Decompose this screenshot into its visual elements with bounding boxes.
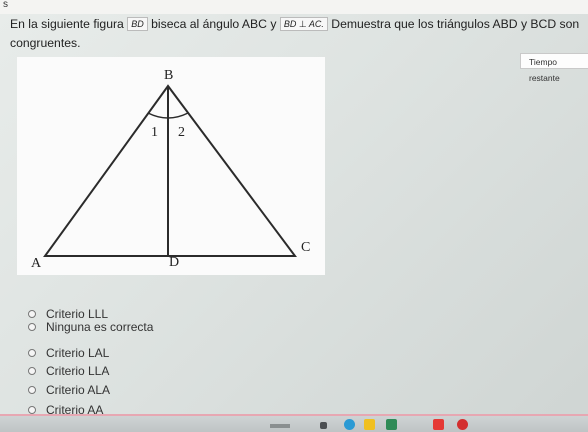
- option-lal[interactable]: Criterio LAL: [28, 345, 109, 361]
- label-d: D: [169, 255, 179, 270]
- chrome-icon[interactable]: [344, 419, 355, 430]
- perpendicular-label: BD ⊥ AC.: [279, 17, 328, 31]
- question-text: En la siguiente figura BD biseca al ángu…: [10, 15, 580, 53]
- segment-bd-label: BD: [127, 17, 148, 31]
- label-angle-2: 2: [178, 125, 185, 140]
- option-label: Criterio LLA: [46, 364, 110, 378]
- classroom-icon[interactable]: [386, 419, 397, 430]
- music-icon[interactable]: [433, 419, 444, 430]
- timer-badge: Tiempo restante: [520, 53, 588, 83]
- question-part2: biseca al ángulo ABC y: [151, 17, 277, 31]
- option-label: Criterio LAL: [46, 346, 110, 360]
- label-c: C: [301, 240, 310, 255]
- option-label: Criterio ALA: [46, 383, 111, 397]
- radio-icon[interactable]: [28, 385, 36, 394]
- label-angle-1: 1: [151, 125, 158, 140]
- radio-icon[interactable]: [28, 366, 36, 375]
- folder-icon[interactable]: [320, 422, 327, 429]
- triangle-figure: B A C D 1 2: [17, 57, 325, 275]
- label-a: A: [31, 256, 42, 271]
- pinterest-icon[interactable]: [457, 419, 468, 430]
- triangle-abc: [43, 84, 297, 257]
- option-lla[interactable]: Criterio LLA: [28, 363, 109, 379]
- triangle-diagram: B A C D 1 2: [31, 68, 310, 271]
- question-part1: En la siguiente figura: [10, 17, 124, 31]
- radio-icon[interactable]: [28, 322, 36, 331]
- option-ninguna[interactable]: Ninguna es correcta: [28, 319, 153, 335]
- files-icon[interactable]: [364, 419, 375, 430]
- radio-icon[interactable]: [28, 309, 36, 318]
- taskbar: [0, 416, 588, 432]
- radio-icon[interactable]: [28, 348, 36, 357]
- top-strip: s: [0, 0, 588, 14]
- label-b: B: [164, 68, 173, 83]
- option-label: Ninguna es correcta: [46, 320, 154, 334]
- top-strip-text: s: [3, 0, 8, 10]
- dock-icon[interactable]: [270, 424, 290, 428]
- option-ala[interactable]: Criterio ALA: [28, 382, 110, 398]
- radio-icon[interactable]: [28, 405, 36, 414]
